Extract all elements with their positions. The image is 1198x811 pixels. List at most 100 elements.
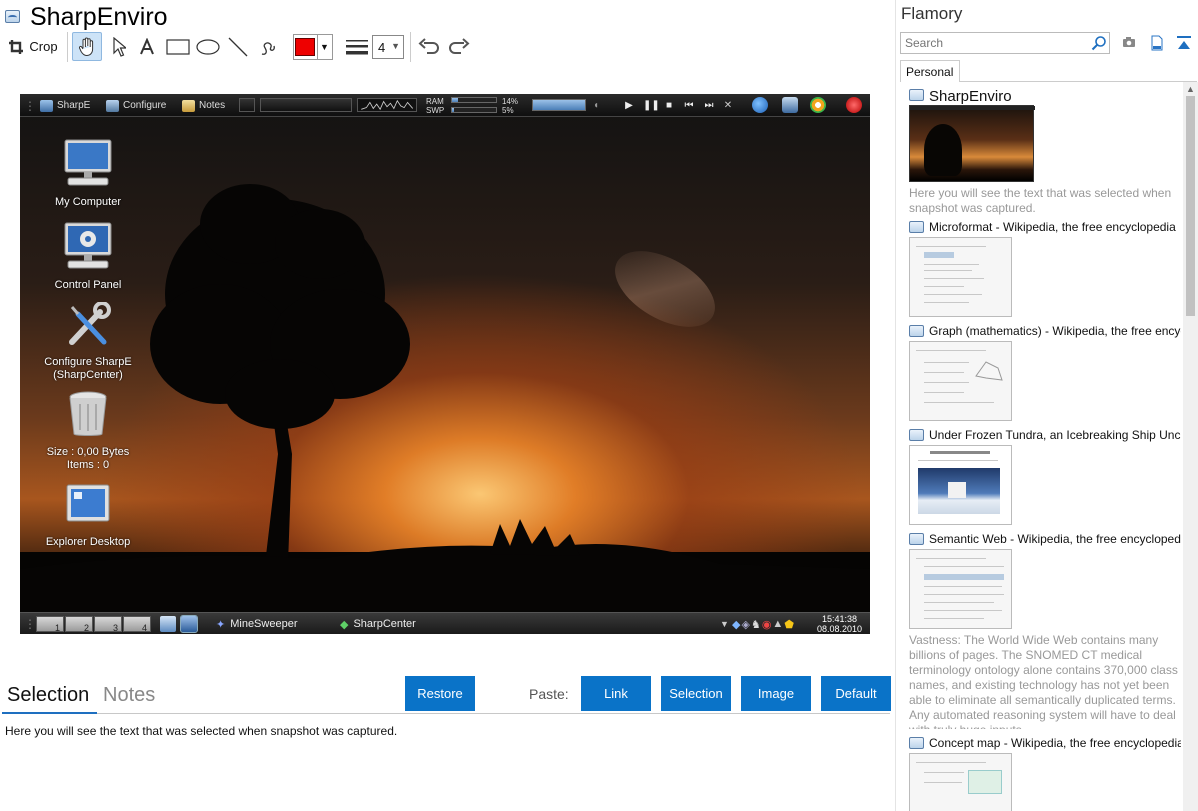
pan-tool-button[interactable] [72, 32, 102, 61]
list-item[interactable]: Microformat - Wikipedia, the free encycl… [909, 220, 1181, 317]
command-input[interactable] [260, 98, 352, 112]
thumbnail-tree [924, 124, 962, 176]
camera-icon[interactable] [1122, 35, 1136, 49]
security-icon[interactable]: ⬟ [784, 618, 795, 631]
tray-icon[interactable]: ♞ [751, 618, 762, 631]
configure-button[interactable]: Configure [106, 94, 166, 117]
workspace-2[interactable]: 2 [65, 616, 93, 633]
desktop-icon-my-computer[interactable]: My Computer [33, 138, 143, 209]
notes-icon [182, 99, 195, 112]
redo-button[interactable] [446, 32, 472, 61]
crop-button[interactable]: Crop [5, 32, 61, 61]
snapshot-description: Vastness: The World Wide Web contains ma… [909, 633, 1178, 729]
network-icon[interactable] [782, 97, 798, 113]
task-label: SharpCenter [353, 618, 416, 630]
tray-icon[interactable]: ◈ [741, 618, 750, 631]
speaker-icon[interactable]: ◖ [590, 100, 602, 112]
paste-image-button[interactable]: Image [741, 676, 811, 711]
tab-personal[interactable]: Personal [900, 60, 960, 82]
ellipse-icon [196, 38, 220, 55]
power-icon[interactable] [846, 97, 862, 113]
paste-link-button[interactable]: Link [581, 676, 651, 711]
tray-icon[interactable]: ▲ [772, 618, 784, 630]
network-tray-icon[interactable]: ◆ [732, 618, 741, 631]
play-icon[interactable]: ▶ [623, 100, 635, 112]
system-tray-icons[interactable]: ◆ ◈ ♞ ◉ ▲ ⬟ [732, 613, 795, 634]
desktop-icon-control-panel[interactable]: Control Panel [33, 221, 143, 292]
media-player-icon[interactable] [810, 97, 826, 113]
pause-icon[interactable]: ❚❚ [643, 100, 660, 112]
paste-selection-button[interactable]: Selection [661, 676, 731, 711]
recycle-bin-icon [69, 391, 107, 436]
freehand-tool-button[interactable] [256, 32, 280, 61]
workspace-1[interactable]: 1 [36, 616, 64, 633]
redo-icon [449, 37, 470, 54]
internet-explorer-icon[interactable] [752, 97, 768, 113]
snapshot-description: Here you will see the text that was sele… [909, 186, 1172, 215]
line-width-select[interactable]: 4 ▼ [372, 35, 404, 59]
workspace-3[interactable]: 3 [94, 616, 122, 633]
notes-button[interactable]: Notes [182, 94, 225, 117]
rectangle-tool-button[interactable] [164, 32, 192, 61]
list-item[interactable]: Concept map - Wikipedia, the free encycl… [909, 736, 1181, 811]
ellipse-tool-button[interactable] [194, 32, 222, 61]
snapshot-thumbnail[interactable] [909, 105, 1035, 182]
explorer-desktop-icon [66, 484, 110, 522]
line-width-icon-button[interactable] [344, 32, 370, 61]
collapse-panel-icon[interactable] [1176, 35, 1192, 51]
scroll-up-icon[interactable]: ▲ [1186, 84, 1195, 94]
color-swatch [295, 38, 315, 56]
task-minesweeper[interactable]: ✦ MineSweeper [216, 613, 297, 634]
shield-icon[interactable]: ◉ [762, 618, 773, 631]
restore-button[interactable]: Restore [405, 676, 475, 711]
color-picker-button[interactable]: ▼ [293, 34, 333, 60]
snapshot-title: Semantic Web - Wikipedia, the free encyc… [909, 532, 1181, 546]
sharpe-explorer-icon[interactable] [180, 615, 198, 633]
search-input[interactable] [900, 32, 1110, 54]
task-label: MineSweeper [230, 618, 298, 630]
line-tool-button[interactable] [226, 32, 250, 61]
previous-icon[interactable]: ⏮ [681, 100, 697, 112]
snapshot-thumbnail[interactable] [909, 549, 1012, 629]
snapshot-title-text: Graph (mathematics) - Wikipedia, the fre… [929, 324, 1181, 338]
pane-divider[interactable] [895, 0, 896, 811]
paste-default-button[interactable]: Default [821, 676, 891, 711]
snapshot-thumbnail[interactable] [909, 753, 1012, 811]
document-icon[interactable] [1150, 35, 1164, 51]
snapshot-thumbnail[interactable] [909, 445, 1012, 525]
tab-selection[interactable]: Selection [7, 684, 89, 707]
snapshot-thumbnail[interactable] [909, 341, 1012, 421]
volume-bar[interactable] [532, 99, 586, 111]
swp-value: 5% [502, 105, 514, 115]
text-tool-button[interactable] [136, 32, 158, 61]
tools-icon[interactable]: ✕ [722, 100, 734, 112]
tab-notes[interactable]: Notes [103, 684, 155, 707]
desktop-icon-configure-sharpe[interactable]: Configure SharpE (SharpCenter) [33, 301, 143, 382]
line-icon [228, 37, 248, 56]
next-icon[interactable]: ⏭ [701, 100, 717, 112]
workspace-4[interactable]: 4 [123, 616, 151, 633]
terminal-icon[interactable] [239, 98, 255, 112]
select-tool-button[interactable] [107, 32, 131, 61]
undo-button[interactable] [416, 32, 442, 61]
list-item[interactable]: SharpEnviro Here you will see the text t… [909, 88, 1181, 216]
snapshot-thumbnail[interactable] [909, 237, 1012, 317]
stop-icon[interactable]: ■ [663, 100, 675, 112]
sharpe-menu-button[interactable]: SharpE [40, 94, 90, 117]
desktop-icon-explorer-desktop[interactable]: Explorer Desktop [33, 482, 143, 549]
search-icon[interactable] [1091, 35, 1107, 51]
scroll-thumb[interactable] [1186, 96, 1195, 316]
list-item[interactable]: Semantic Web - Wikipedia, the free encyc… [909, 532, 1181, 729]
thumbnail-ship [948, 482, 966, 498]
clock: 15:41:38 08.08.2010 [817, 614, 862, 634]
list-item[interactable]: Graph (mathematics) - Wikipedia, the fre… [909, 324, 1181, 421]
list-item[interactable]: Under Frozen Tundra, an Icebreaking Ship… [909, 428, 1181, 525]
show-desktop-icon[interactable] [160, 616, 176, 632]
desktop-icon-recycle-bin[interactable]: Size : 0,00 Bytes Items : 0 [33, 390, 143, 472]
sidebar-scrollbar[interactable]: ▲ [1183, 82, 1198, 811]
tray-expand-icon[interactable]: ▼ [720, 613, 729, 634]
task-sharpcenter[interactable]: ◆ SharpCenter [340, 613, 416, 634]
clock-time: 15:41:38 [821, 614, 857, 624]
snapshot-icon [909, 221, 924, 233]
snapshot-list: SharpEnviro Here you will see the text t… [905, 86, 1181, 811]
